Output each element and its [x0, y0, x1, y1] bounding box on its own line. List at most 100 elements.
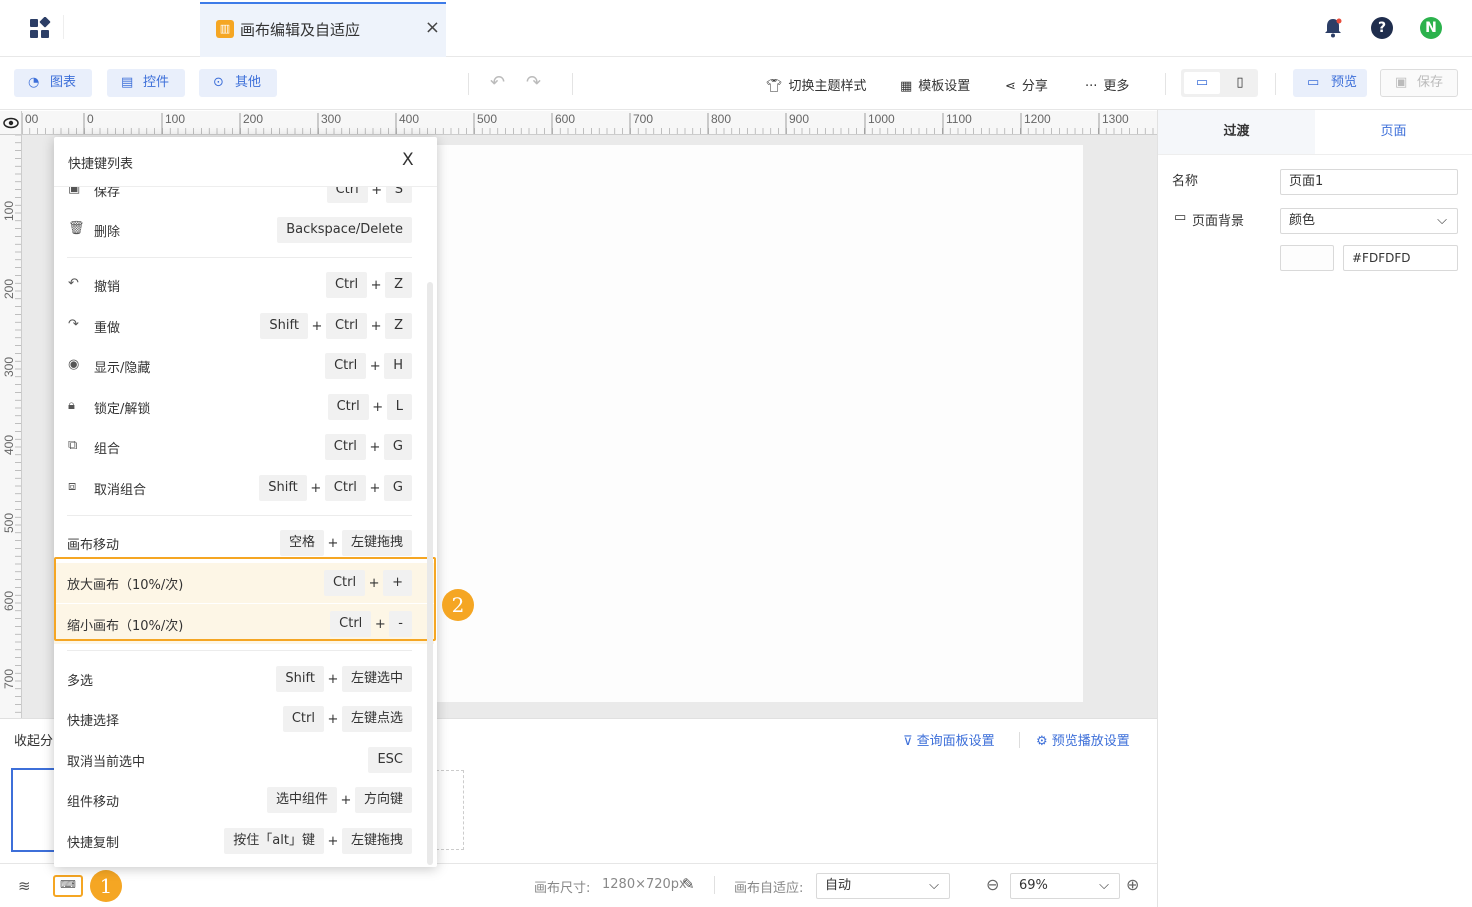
- adaptive-value: 自动: [825, 878, 852, 893]
- preview-button[interactable]: ▭ 预览: [1293, 69, 1367, 97]
- collapse-pages-button[interactable]: 收起分: [14, 730, 53, 749]
- undo-icon: ↶: [68, 276, 79, 291]
- redo-icon: ↷: [68, 317, 79, 332]
- canvas-size-value: 1280×720px: [602, 877, 687, 892]
- plus-sign: +: [311, 318, 323, 334]
- zoom-in-icon[interactable]: ⊕: [1126, 875, 1139, 894]
- add-page-slot[interactable]: [436, 770, 464, 850]
- tab-transition[interactable]: 过渡: [1158, 110, 1315, 154]
- widget-button[interactable]: ▤ 控件: [107, 69, 185, 97]
- shirt-icon: 👕︎: [766, 79, 783, 94]
- divider: [67, 257, 412, 258]
- shortcut-keys: 空格 + 左键拖拽: [279, 530, 412, 556]
- edit-icon[interactable]: ✎: [682, 875, 695, 893]
- page-name-input[interactable]: 页面1: [1280, 169, 1458, 195]
- canvas-page[interactable]: [418, 145, 1083, 702]
- ruler-ticks: 00 0 100 200 300 400 500 600 700 800 900 1000 1100 12…: [22, 112, 1154, 134]
- shortcut-label: 删除: [94, 225, 121, 240]
- preview-playback-settings-link[interactable]: ⚙ 预览播放设置: [1036, 730, 1130, 749]
- shortcut-label: 锁定/解锁: [94, 402, 151, 417]
- desktop-icon[interactable]: ▭: [1184, 72, 1220, 94]
- user-avatar[interactable]: N: [1420, 17, 1442, 39]
- layers-icon[interactable]: ≋: [18, 877, 31, 895]
- notification-bell-icon[interactable]: [1322, 17, 1344, 43]
- plus-sign: +: [372, 399, 384, 415]
- close-icon[interactable]: X: [402, 150, 414, 170]
- shortcut-keys: ESC: [368, 747, 412, 773]
- dashboard-icon: ▥: [216, 20, 234, 38]
- shortcut-label: 快捷复制: [67, 836, 120, 851]
- save-label: 保存: [1417, 75, 1444, 90]
- tab-page[interactable]: 页面: [1315, 110, 1472, 154]
- close-tab-button[interactable]: ×: [425, 17, 440, 38]
- plus-sign: +: [327, 833, 339, 849]
- popup-scrollbar[interactable]: [427, 282, 433, 865]
- help-icon[interactable]: ?: [1371, 17, 1393, 39]
- ellipsis-icon: ···: [1085, 79, 1098, 94]
- ruler-label: 600: [555, 112, 575, 126]
- tab-canvas-editing[interactable]: ▥ 画布编辑及自适应 ×: [200, 2, 446, 57]
- ruler-label: 900: [789, 112, 809, 126]
- key-cap: 左键选中: [341, 666, 412, 692]
- chart-label: 图表: [50, 75, 77, 90]
- pie-chart-icon: ◔: [28, 75, 40, 90]
- redo-icon[interactable]: ↷: [526, 72, 541, 93]
- ungroup-icon: ⧈: [68, 479, 77, 494]
- shortcut-label: 取消组合: [94, 483, 147, 498]
- theme-button[interactable]: 👕︎ 切换主题样式: [766, 75, 867, 94]
- adaptive-label: 画布自适应:: [734, 881, 804, 896]
- keyboard-shortcuts-icon[interactable]: ⌨: [53, 875, 83, 897]
- color-hex-input[interactable]: #FDFDFD: [1343, 245, 1458, 271]
- step-badge-1: 1: [90, 870, 122, 902]
- shortcut-label: 放大画布（10%/次): [67, 578, 184, 593]
- gear-icon: ⚙: [1036, 734, 1048, 749]
- chart-button[interactable]: ◔ 图表: [14, 69, 92, 97]
- key-cap: Shift: [276, 666, 324, 692]
- key-cap: Ctrl: [330, 611, 372, 637]
- color-swatch[interactable]: [1280, 245, 1334, 271]
- shortcut-label: 快捷选择: [67, 714, 120, 729]
- adaptive-select[interactable]: 自动 ⌵: [816, 873, 950, 899]
- divider: [67, 650, 412, 651]
- widget-icon: ▤: [121, 75, 134, 90]
- ruler-label: 700: [633, 112, 653, 126]
- key-cap: 选中组件: [266, 787, 337, 813]
- theme-label: 切换主题样式: [788, 79, 867, 94]
- name-label: 名称: [1172, 174, 1199, 189]
- key-cap: H: [384, 353, 412, 379]
- divider: [1165, 73, 1166, 95]
- ruler-visibility-toggle[interactable]: [0, 111, 22, 135]
- key-cap: Shift: [259, 475, 307, 501]
- undo-icon[interactable]: ↶: [490, 72, 505, 93]
- divider: [1019, 732, 1020, 748]
- shortcut-row: ↷ 重做 Shift + Ctrl + Z: [54, 306, 424, 346]
- save-button[interactable]: ▣ 保存: [1380, 69, 1458, 97]
- key-cap: Ctrl: [324, 475, 366, 501]
- apps-grid-icon[interactable]: [28, 16, 52, 41]
- share-button[interactable]: ⋖ 分享: [1005, 75, 1048, 94]
- zoom-out-icon[interactable]: ⊖: [986, 875, 999, 894]
- shortcut-keys: Ctrl + +: [323, 570, 412, 596]
- background-type-select[interactable]: 颜色 ⌵: [1280, 208, 1458, 234]
- shortcut-row: 快捷复制 按住「alt」键 + 左键拖拽: [54, 821, 424, 861]
- ruler-label: 1100: [946, 112, 972, 126]
- shortcut-keys: Ctrl + Z: [325, 272, 412, 298]
- plus-sign: +: [327, 671, 339, 687]
- plus-sign: +: [370, 277, 382, 293]
- shortcut-row: 取消当前选中 ESC: [54, 740, 424, 780]
- ruler-label: 200: [243, 112, 263, 126]
- template-button[interactable]: ▦ 模板设置: [900, 75, 970, 94]
- ruler-label: 1000: [868, 112, 895, 126]
- shortcut-keys: Ctrl + 左键点选: [282, 706, 412, 732]
- zoom-select[interactable]: 69% ⌵: [1010, 873, 1120, 899]
- save-icon: ▣: [68, 187, 81, 196]
- key-cap: 左键拖拽: [341, 828, 412, 854]
- mobile-icon[interactable]: ▯: [1225, 72, 1255, 94]
- query-panel-settings-link[interactable]: ⊽ 查询面板设置: [903, 730, 995, 749]
- other-button[interactable]: ⊙ 其他: [199, 69, 277, 97]
- more-button[interactable]: ··· 更多: [1085, 75, 1129, 94]
- divider: [63, 15, 64, 39]
- key-cap: 方向键: [354, 787, 412, 813]
- shortcut-label: 重做: [94, 321, 121, 336]
- property-panel: 过渡 页面 名称 页面1 ▭ 页面背景 颜色 ⌵ #FDFDFD: [1157, 110, 1472, 907]
